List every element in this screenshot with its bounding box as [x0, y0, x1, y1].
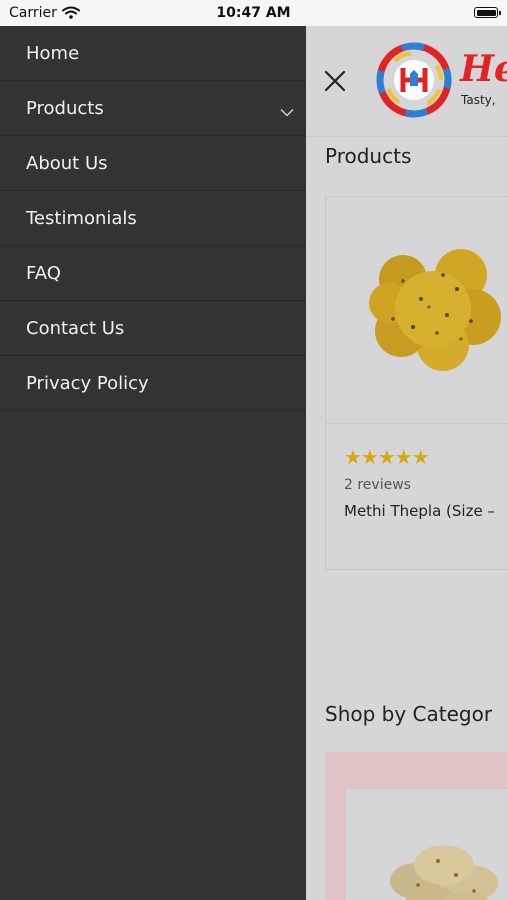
menu-item-label: About Us	[26, 152, 108, 174]
nav-drawer: Home Products About Us Testimonials FAQ …	[0, 26, 306, 900]
review-count[interactable]: 2 reviews	[344, 477, 411, 493]
clock: 10:47 AM	[216, 5, 291, 21]
menu-item-label: Home	[26, 42, 80, 64]
menu-item-label: FAQ	[26, 262, 61, 284]
menu-item-home[interactable]: Home	[0, 26, 306, 81]
menu-item-about-us[interactable]: About Us	[0, 136, 306, 191]
menu-item-faq[interactable]: FAQ	[0, 246, 306, 301]
app-header: He Tasty,	[306, 26, 507, 137]
chevron-down-icon[interactable]	[280, 101, 294, 122]
brand-logo[interactable]	[374, 42, 454, 118]
menu-item-label: Contact Us	[26, 317, 125, 339]
battery-icon	[474, 7, 501, 18]
brand-name: He	[460, 48, 507, 90]
status-bar: Carrier 10:47 AM	[0, 0, 507, 26]
menu-item-products[interactable]: Products	[0, 81, 306, 136]
product-card[interactable]: ★★★★★ 2 reviews Methi Thepla (Size –	[325, 196, 507, 570]
main-content: He Tasty, Products	[306, 26, 507, 900]
menu-item-label: Testimonials	[26, 207, 137, 229]
categories-section-title: Shop by Categor	[325, 702, 493, 726]
close-icon[interactable]	[322, 68, 348, 94]
product-name[interactable]: Methi Thepla (Size –	[344, 502, 495, 520]
menu-item-contact-us[interactable]: Contact Us	[0, 301, 306, 356]
product-image[interactable]	[326, 197, 507, 424]
category-image[interactable]	[346, 789, 507, 900]
star-rating: ★★★★★	[344, 445, 430, 469]
menu-item-testimonials[interactable]: Testimonials	[0, 191, 306, 246]
products-section-title: Products	[325, 144, 412, 168]
category-card[interactable]	[325, 752, 507, 900]
menu-item-privacy-policy[interactable]: Privacy Policy	[0, 356, 306, 411]
menu-item-label: Products	[26, 97, 104, 119]
brand-tagline: Tasty,	[461, 93, 496, 107]
menu-item-label: Privacy Policy	[26, 372, 149, 394]
